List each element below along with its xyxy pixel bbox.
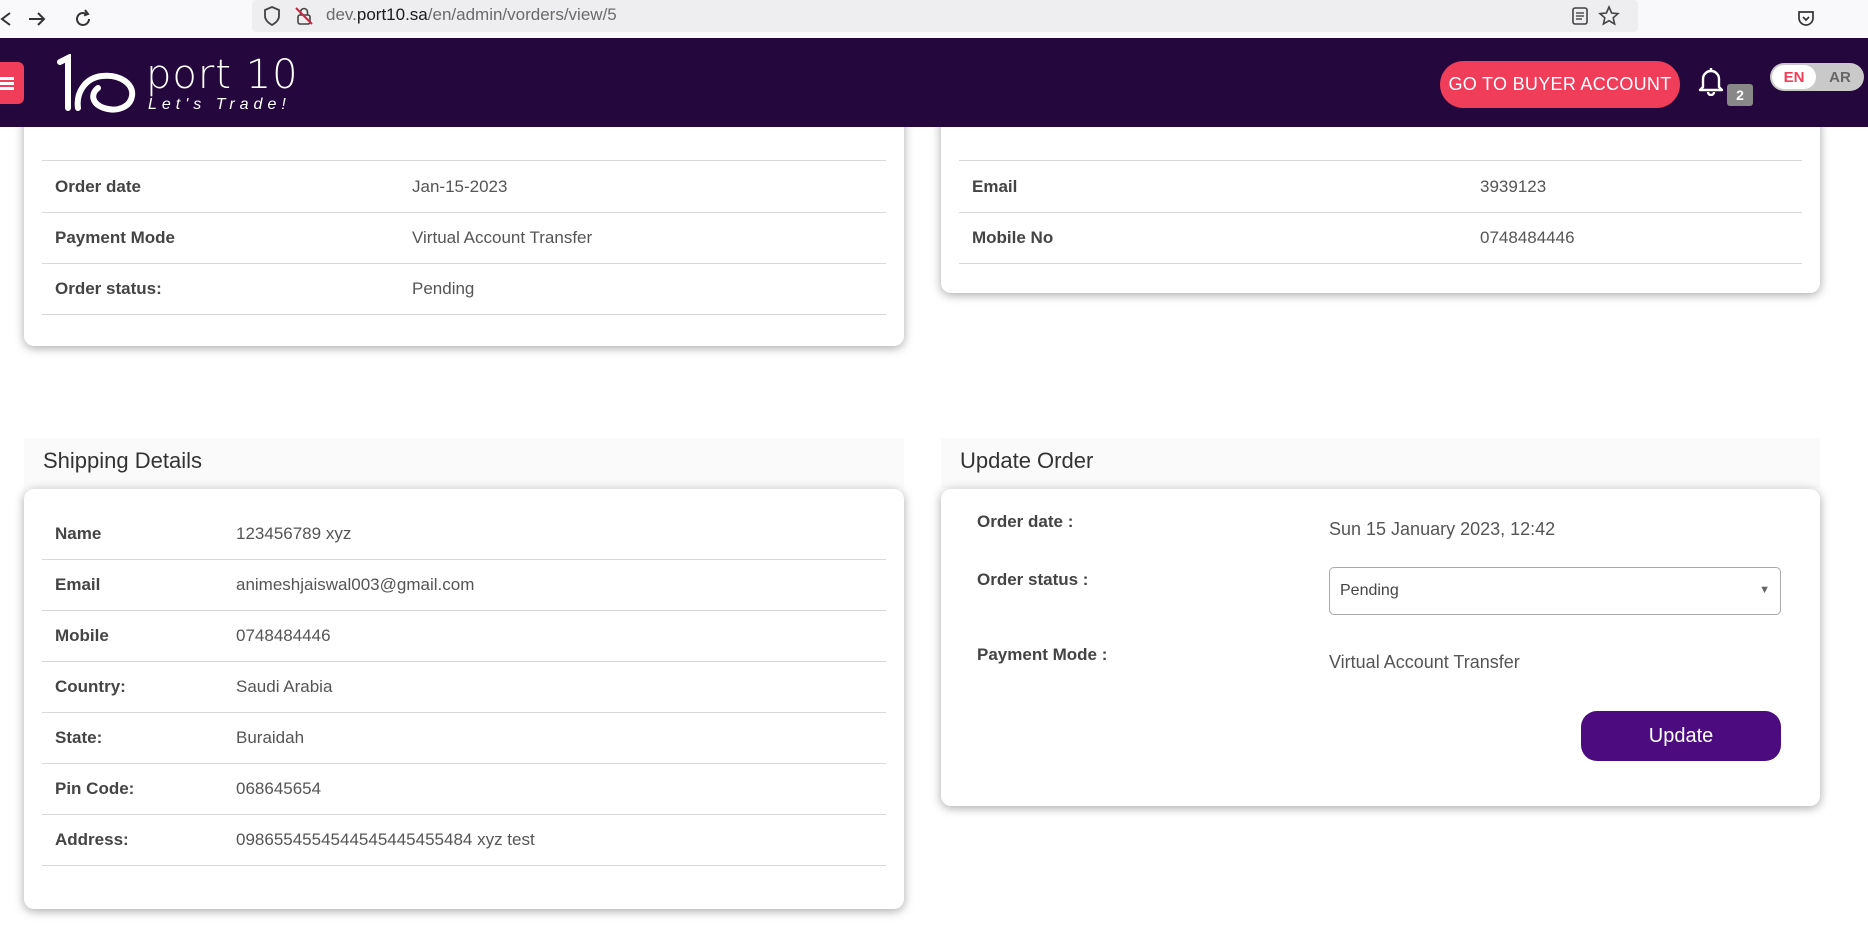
row-label: Mobile: [55, 626, 109, 645]
notification-count-badge: 2: [1727, 84, 1753, 106]
detail-row: Order status: Pending: [42, 264, 886, 315]
row-label: Country:: [55, 677, 126, 696]
order-date-label: Order date :: [977, 512, 1074, 531]
row-label: State:: [55, 728, 103, 747]
reload-icon[interactable]: [70, 6, 96, 32]
go-to-buyer-account-button[interactable]: GO TO BUYER ACCOUNT: [1440, 61, 1680, 108]
chevron-down-icon: ▼: [1759, 584, 1770, 596]
row-value: 0748484446: [1480, 228, 1575, 247]
shipping-row: Country: Saudi Arabia: [42, 662, 886, 713]
order-date-value: Sun 15 January 2023, 12:42: [1329, 519, 1556, 539]
row-value: Virtual Account Transfer: [412, 228, 593, 247]
shipping-row: Email animeshjaiswal003@gmail.com: [42, 560, 886, 611]
update-order-title: Update Order: [960, 448, 1094, 473]
update-button[interactable]: Update: [1581, 711, 1781, 761]
app-header: port 10 Let's Trade! GO TO BUYER ACCOUNT…: [0, 38, 1868, 127]
hamburger-icon: [0, 75, 14, 92]
row-value: Buraidah: [236, 728, 305, 747]
row-label: Order date: [55, 177, 141, 196]
row-value: 0748484446: [236, 626, 331, 645]
address-bar[interactable]: dev.port10.sa/en/admin/vorders/view/5: [252, 0, 1638, 32]
row-value: Pending: [412, 279, 475, 298]
browser-toolbar: dev.port10.sa/en/admin/vorders/view/5: [0, 0, 1868, 38]
order-status-select[interactable]: Pending ▼: [1329, 567, 1781, 615]
row-label: [55, 125, 60, 145]
detail-row: Mobile No 0748484446: [959, 213, 1802, 264]
row-label: Name: [55, 524, 102, 543]
row-label: Pin Code:: [55, 779, 135, 798]
update-order-card: Order date : Sun 15 January 2023, 12:42 …: [941, 489, 1820, 806]
logo-mark-icon: [57, 54, 136, 113]
payment-mode-label: Payment Mode :: [977, 645, 1108, 664]
shipping-details-title: Shipping Details: [43, 448, 202, 473]
lang-en-option[interactable]: EN: [1772, 65, 1816, 89]
row-value: animeshjaiswal003@gmail.com: [236, 575, 475, 594]
url-text: dev.port10.sa/en/admin/vorders/view/5: [326, 5, 617, 24]
forward-arrow-icon[interactable]: [24, 6, 50, 32]
row-label: Email: [972, 177, 1018, 196]
row-label: [972, 125, 977, 145]
row-value: 068645654: [236, 779, 322, 798]
payment-mode-value: Virtual Account Transfer: [1329, 652, 1520, 672]
lang-ar-option[interactable]: AR: [1818, 65, 1862, 89]
port10-logo[interactable]: port 10 Let's Trade!: [54, 52, 314, 116]
shipping-row: Mobile 0748484446: [42, 611, 886, 662]
shipping-row: Name 123456789 xyz: [42, 509, 886, 560]
shipping-row: Address: 0986554554544545445455484 xyz t…: [42, 815, 886, 866]
language-toggle[interactable]: EN AR: [1770, 63, 1864, 91]
logo-tagline: Let's Trade!: [148, 96, 291, 113]
pocket-icon[interactable]: [1793, 6, 1819, 32]
row-label: Order status:: [55, 279, 162, 298]
bookmark-star-icon[interactable]: [1597, 4, 1621, 28]
row-label: Email: [55, 575, 101, 594]
row-value: 3939123: [1480, 177, 1547, 196]
row-value: Saudi Arabia: [236, 677, 333, 696]
shipping-row: State: Buraidah: [42, 713, 886, 764]
row-value: 123456789 xyz: [236, 524, 352, 543]
row-label: Address:: [55, 830, 129, 849]
detail-row: Order date Jan-15-2023: [42, 162, 886, 213]
notification-bell-icon[interactable]: [1697, 66, 1725, 97]
shipping-row: Pin Code: 068645654: [42, 764, 886, 815]
order-status-label: Order status :: [977, 570, 1089, 589]
detail-row: Payment Mode Virtual Account Transfer: [42, 213, 886, 264]
hamburger-menu-button[interactable]: [0, 62, 24, 104]
row-label: Payment Mode: [55, 228, 175, 247]
shipping-details-card: Name 123456789 xyz Email animeshjaiswal0…: [24, 489, 904, 909]
order-status-selected: Pending: [1340, 582, 1399, 599]
row-value: Jan-15-2023: [412, 177, 508, 196]
detail-row: Email 3939123: [959, 162, 1802, 213]
row-label: Mobile No: [972, 228, 1054, 247]
back-arrow-icon[interactable]: [0, 6, 20, 32]
insecure-lock-icon[interactable]: [292, 4, 316, 28]
shield-icon[interactable]: [260, 4, 284, 28]
reader-view-icon[interactable]: [1568, 4, 1592, 28]
row-value: 0986554554544545445455484 xyz test: [236, 830, 535, 849]
logo-wordmark: port 10: [146, 52, 299, 98]
